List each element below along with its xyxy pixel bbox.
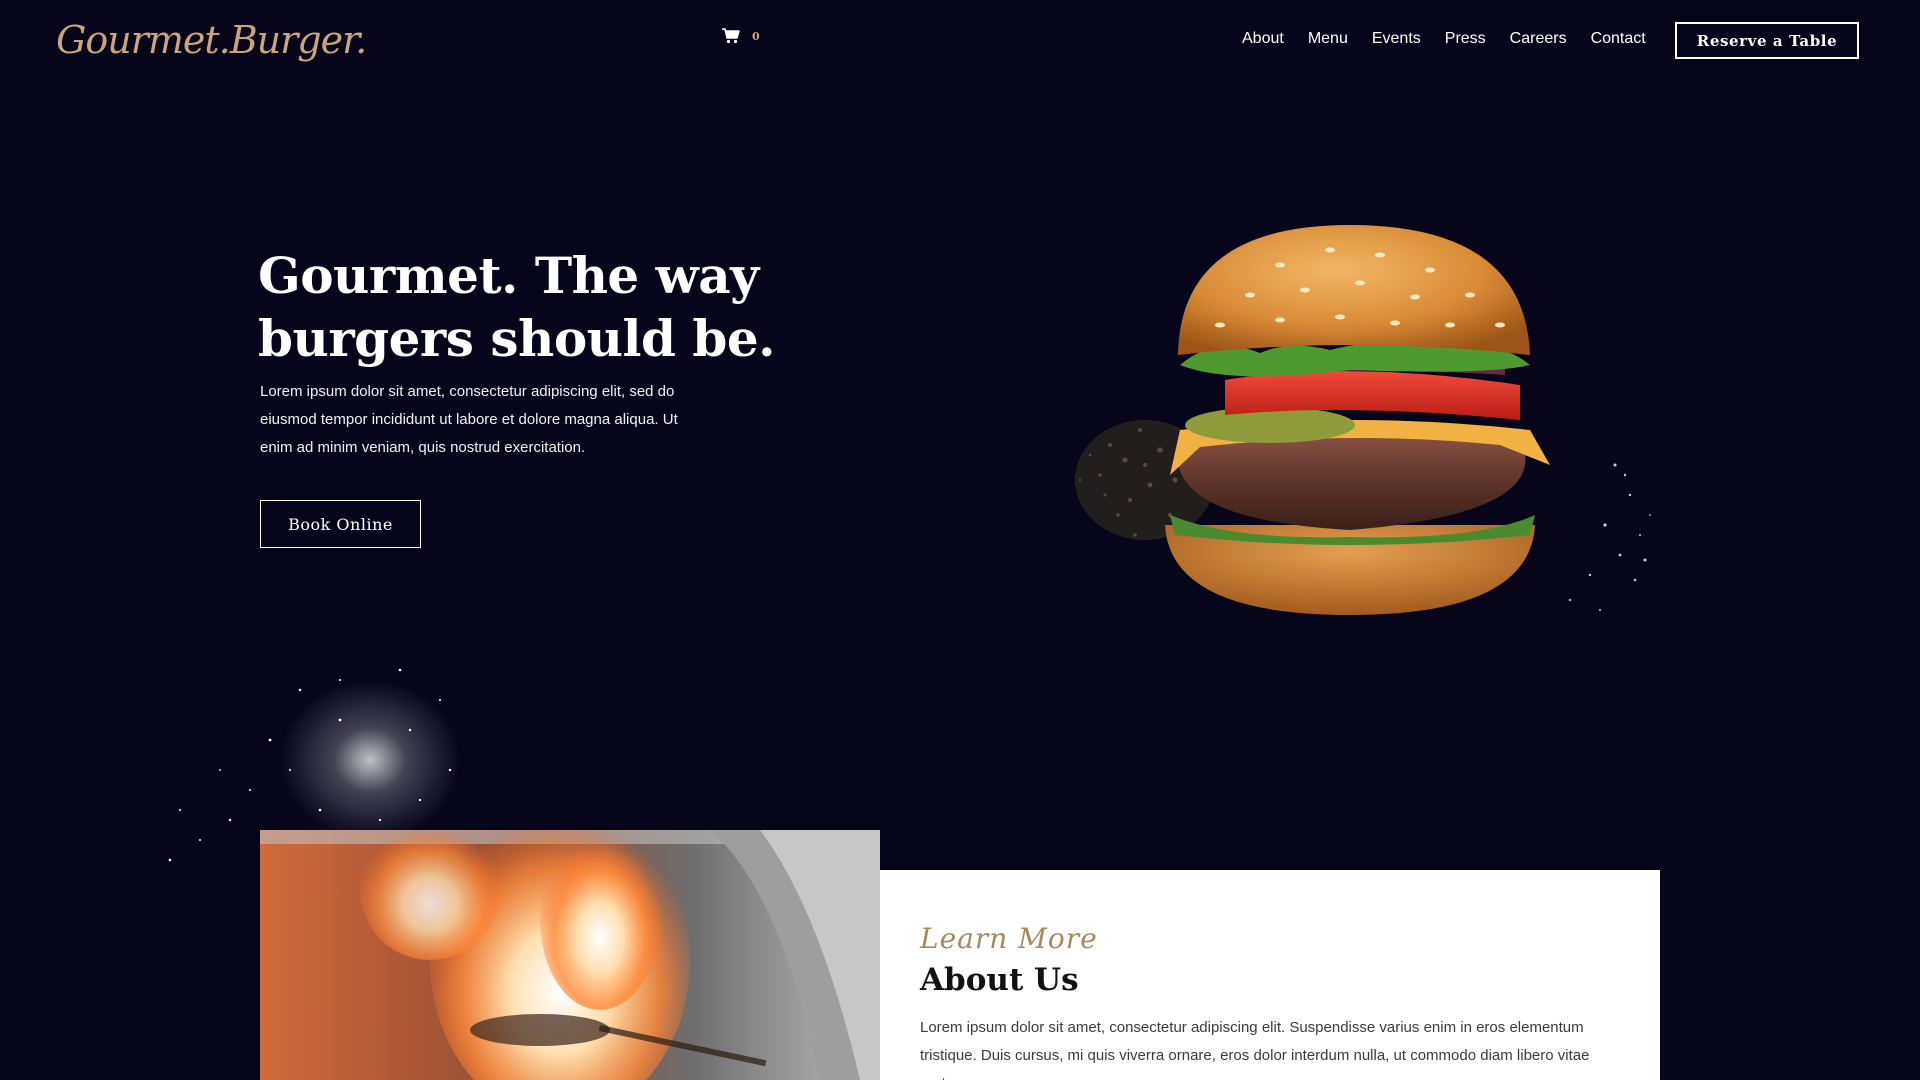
nav-item-contact[interactable]: Contact — [1591, 28, 1646, 50]
burger-image — [1030, 225, 1670, 635]
nav-item-events[interactable]: Events — [1372, 28, 1421, 50]
about-card: Learn More About Us Lorem ipsum dolor si… — [880, 870, 1660, 1080]
about-kicker: Learn More — [920, 922, 1098, 955]
cart-count-badge: 0 — [752, 29, 760, 43]
main-nav: About Menu Events Press Careers Contact — [1242, 28, 1646, 50]
book-online-button[interactable]: Book Online — [260, 500, 421, 548]
hero-description: Lorem ipsum dolor sit amet, consectetur … — [260, 383, 678, 456]
hero-title: Gourmet. The way burgers should be. — [258, 246, 776, 368]
nav-item-careers[interactable]: Careers — [1510, 28, 1567, 50]
reserve-table-button[interactable]: Reserve a Table — [1675, 22, 1859, 59]
kitchen-flame-photo — [260, 830, 880, 1080]
cart-button[interactable]: 0 — [722, 28, 760, 44]
nav-item-menu[interactable]: Menu — [1308, 28, 1348, 50]
nav-item-press[interactable]: Press — [1445, 28, 1486, 50]
shopping-cart-icon[interactable] — [722, 28, 740, 44]
about-title: About Us — [920, 962, 1079, 998]
nav-item-about[interactable]: About — [1242, 28, 1284, 50]
logo[interactable]: Gourmet.Burger. — [56, 12, 367, 68]
about-description: Lorem ipsum dolor sit amet, consectetur … — [920, 1019, 1590, 1080]
